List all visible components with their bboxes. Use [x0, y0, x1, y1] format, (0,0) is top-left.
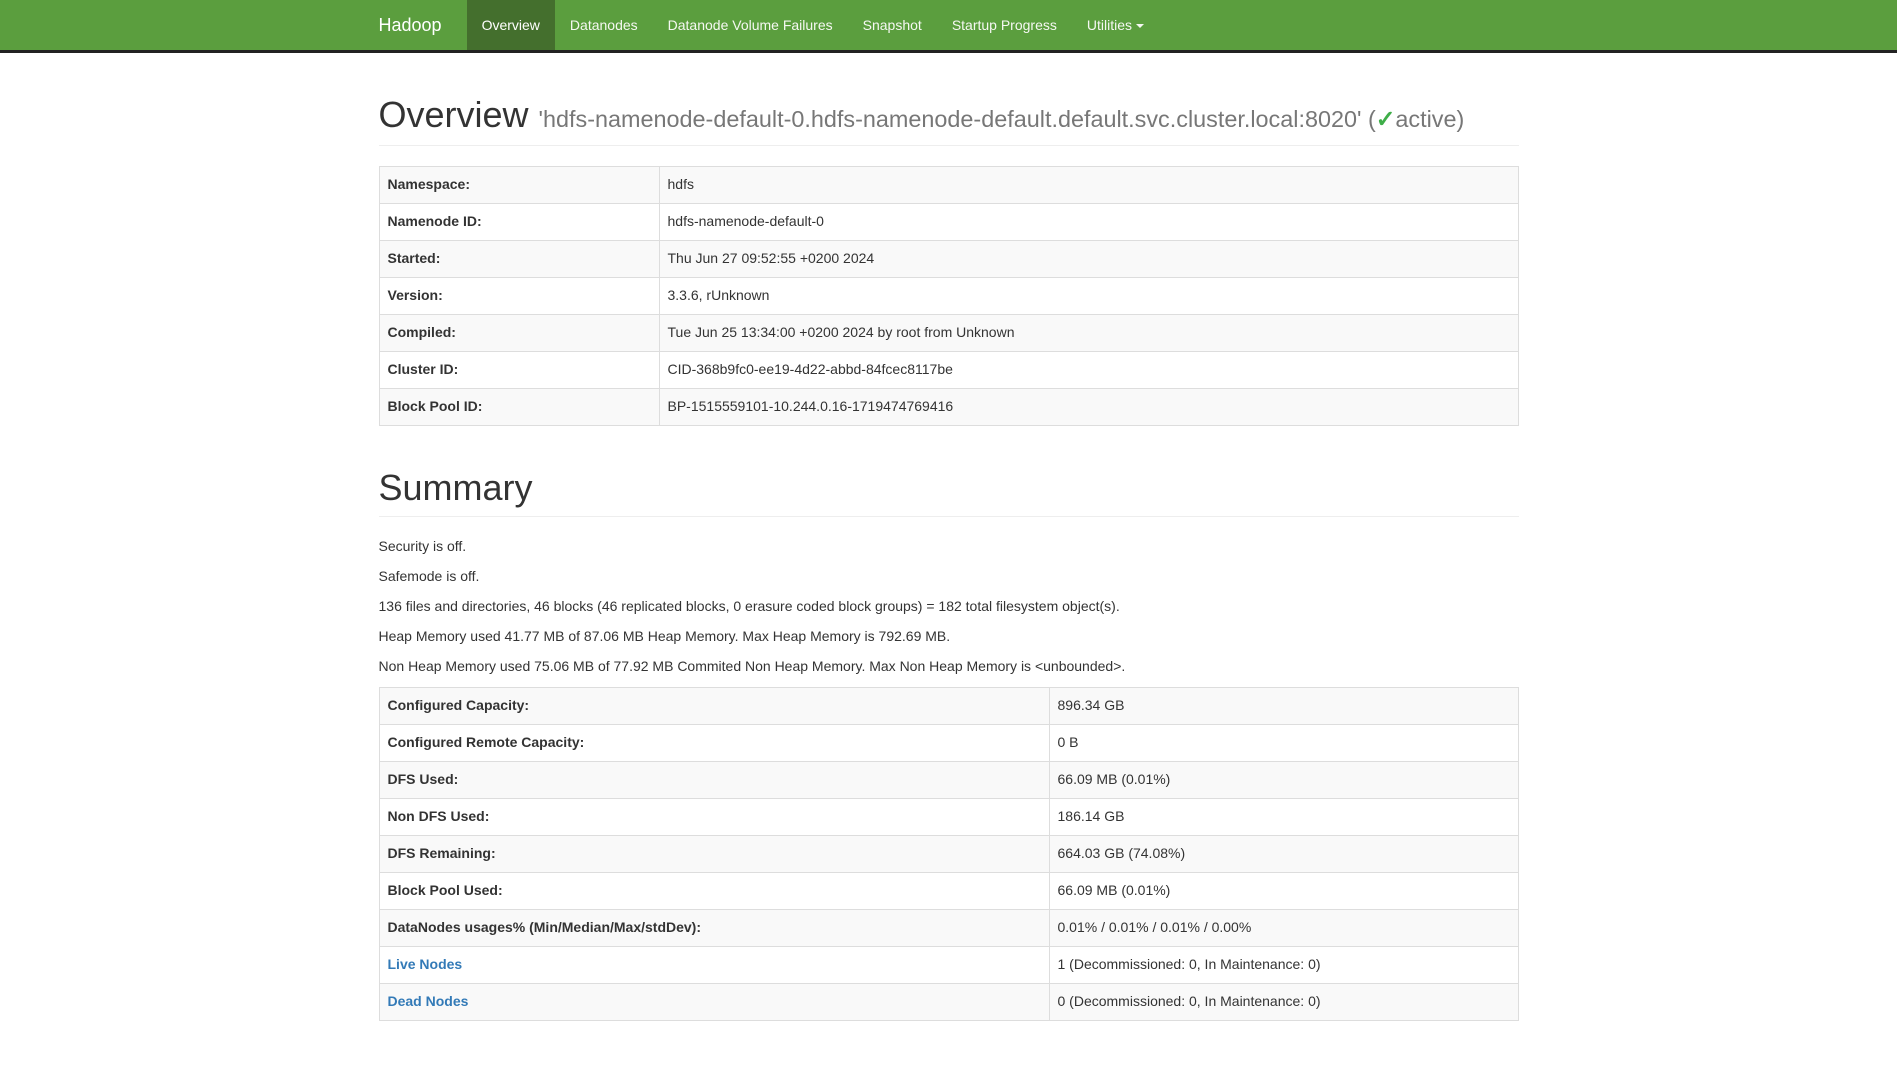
stat-value: 0 B [1049, 725, 1518, 762]
navbar-menu: Overview Datanodes Datanode Volume Failu… [467, 0, 1159, 50]
summary-page-header: Summary [379, 468, 1519, 518]
summary-title: Summary [379, 468, 1519, 508]
utilities-label: Utilities [1087, 17, 1132, 33]
table-row: Non DFS Used: 186.14 GB [379, 799, 1518, 836]
stat-label: Non DFS Used: [379, 799, 1049, 836]
nav-link-datanode-volume-failures[interactable]: Datanode Volume Failures [653, 0, 848, 50]
namenode-info-table: Namespace: hdfs Namenode ID: hdfs-nameno… [379, 166, 1519, 426]
hadoop-brand-link[interactable]: Hadoop [379, 0, 457, 50]
overview-title: Overview 'hdfs-namenode-default-0.hdfs-n… [379, 95, 1519, 136]
table-row: Cluster ID: CID-368b9fc0-ee19-4d22-abbd-… [379, 351, 1518, 388]
non-heap-memory-text: Non Heap Memory used 75.06 MB of 77.92 M… [379, 657, 1519, 677]
filesystem-objects-text: 136 files and directories, 46 blocks (46… [379, 597, 1519, 617]
safemode-status-text: Safemode is off. [379, 567, 1519, 587]
info-label: Namenode ID: [379, 203, 659, 240]
table-row: Block Pool Used: 66.09 MB (0.01%) [379, 873, 1518, 910]
info-value: Thu Jun 27 09:52:55 +0200 2024 [659, 240, 1518, 277]
nav-item-datanode-volume-failures: Datanode Volume Failures [653, 0, 848, 50]
namenode-state: (✓active) [1368, 106, 1464, 132]
stat-value: 896.34 GB [1049, 688, 1518, 725]
info-value: Tue Jun 25 13:34:00 +0200 2024 by root f… [659, 314, 1518, 351]
dead-nodes-link[interactable]: Dead Nodes [388, 993, 469, 1009]
table-row: DFS Remaining: 664.03 GB (74.08%) [379, 836, 1518, 873]
info-label: Namespace: [379, 166, 659, 203]
table-row: Version: 3.3.6, rUnknown [379, 277, 1518, 314]
stat-value: 0 (Decommissioned: 0, In Maintenance: 0) [1049, 984, 1518, 1021]
nav-link-overview[interactable]: Overview [467, 0, 555, 50]
nav-item-datanodes: Datanodes [555, 0, 653, 50]
summary-stats-table: Configured Capacity: 896.34 GB Configure… [379, 687, 1519, 1021]
stat-value: 66.09 MB (0.01%) [1049, 762, 1518, 799]
info-label: Cluster ID: [379, 351, 659, 388]
nav-item-startup-progress: Startup Progress [937, 0, 1072, 50]
table-row: Started: Thu Jun 27 09:52:55 +0200 2024 [379, 240, 1518, 277]
table-row: Compiled: Tue Jun 25 13:34:00 +0200 2024… [379, 314, 1518, 351]
stat-label: Block Pool Used: [379, 873, 1049, 910]
top-navbar: Hadoop Overview Datanodes Datanode Volum… [0, 0, 1897, 53]
nav-link-startup-progress[interactable]: Startup Progress [937, 0, 1072, 50]
table-row: Namenode ID: hdfs-namenode-default-0 [379, 203, 1518, 240]
heap-memory-text: Heap Memory used 41.77 MB of 87.06 MB He… [379, 627, 1519, 647]
stat-label: DFS Used: [379, 762, 1049, 799]
table-row: DataNodes usages% (Min/Median/Max/stdDev… [379, 910, 1518, 947]
table-row: Dead Nodes 0 (Decommissioned: 0, In Main… [379, 984, 1518, 1021]
info-value: hdfs [659, 166, 1518, 203]
table-row: Live Nodes 1 (Decommissioned: 0, In Main… [379, 947, 1518, 984]
table-row: Namespace: hdfs [379, 166, 1518, 203]
caret-down-icon [1136, 24, 1144, 28]
stat-value: 66.09 MB (0.01%) [1049, 873, 1518, 910]
stat-label: DFS Remaining: [379, 836, 1049, 873]
table-row: Block Pool ID: BP-1515559101-10.244.0.16… [379, 388, 1518, 425]
nav-item-overview: Overview [467, 0, 555, 50]
active-check-icon: ✓ [1376, 106, 1396, 132]
nav-item-utilities-dropdown: Utilities [1072, 0, 1159, 50]
nav-link-datanodes[interactable]: Datanodes [555, 0, 653, 50]
table-row: Configured Remote Capacity: 0 B [379, 725, 1518, 762]
info-value: BP-1515559101-10.244.0.16-1719474769416 [659, 388, 1518, 425]
stat-value: 0.01% / 0.01% / 0.01% / 0.00% [1049, 910, 1518, 947]
overview-page-header: Overview 'hdfs-namenode-default-0.hdfs-n… [379, 95, 1519, 146]
nav-link-snapshot[interactable]: Snapshot [848, 0, 937, 50]
live-nodes-link[interactable]: Live Nodes [388, 956, 463, 972]
info-value: hdfs-namenode-default-0 [659, 203, 1518, 240]
main-content: Overview 'hdfs-namenode-default-0.hdfs-n… [364, 95, 1534, 1021]
stat-label: Live Nodes [379, 947, 1049, 984]
stat-value: 664.03 GB (74.08%) [1049, 836, 1518, 873]
info-label: Version: [379, 277, 659, 314]
nav-item-snapshot: Snapshot [848, 0, 937, 50]
info-label: Compiled: [379, 314, 659, 351]
stat-label: Configured Capacity: [379, 688, 1049, 725]
stat-value: 186.14 GB [1049, 799, 1518, 836]
table-row: DFS Used: 66.09 MB (0.01%) [379, 762, 1518, 799]
overview-title-text: Overview [379, 94, 529, 135]
info-label: Block Pool ID: [379, 388, 659, 425]
table-row: Configured Capacity: 896.34 GB [379, 688, 1518, 725]
info-value: 3.3.6, rUnknown [659, 277, 1518, 314]
namenode-address: 'hdfs-namenode-default-0.hdfs-namenode-d… [539, 106, 1465, 132]
stat-label: Configured Remote Capacity: [379, 725, 1049, 762]
info-value: CID-368b9fc0-ee19-4d22-abbd-84fcec8117be [659, 351, 1518, 388]
nav-link-utilities[interactable]: Utilities [1072, 0, 1159, 50]
security-status-text: Security is off. [379, 537, 1519, 557]
info-label: Started: [379, 240, 659, 277]
stat-label: Dead Nodes [379, 984, 1049, 1021]
stat-label: DataNodes usages% (Min/Median/Max/stdDev… [379, 910, 1049, 947]
stat-value: 1 (Decommissioned: 0, In Maintenance: 0) [1049, 947, 1518, 984]
